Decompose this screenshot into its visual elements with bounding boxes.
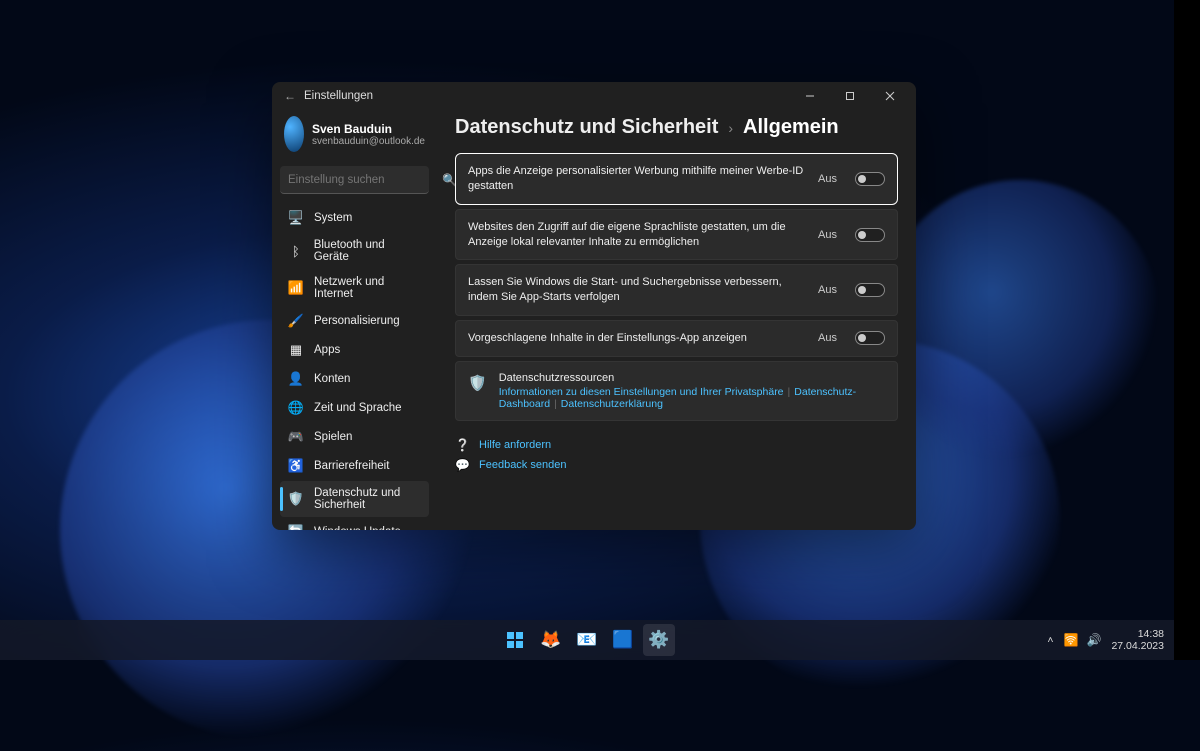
shield-icon: 🛡️ bbox=[468, 374, 487, 392]
toggle-state: Aus bbox=[818, 229, 837, 241]
sidebar-item-datenschutz-und-sicherheit[interactable]: 🛡️ Datenschutz und Sicherheit bbox=[280, 481, 429, 517]
profile-block[interactable]: Sven Bauduin svenbauduin@outlook.de bbox=[280, 110, 429, 166]
setting-row: Vorgeschlagene Inhalte in der Einstellun… bbox=[455, 320, 898, 357]
toggle-state: Aus bbox=[818, 173, 837, 185]
toggle-switch[interactable] bbox=[855, 172, 885, 186]
search-input[interactable] bbox=[288, 174, 442, 186]
sidebar-item-label: Barrierefreiheit bbox=[314, 460, 389, 472]
sidebar-item-label: System bbox=[314, 212, 352, 224]
taskbar-app-firefox[interactable]: 🦊 bbox=[535, 624, 567, 656]
setting-label: Websites den Zugriff auf die eigene Spra… bbox=[468, 220, 806, 250]
sidebar-item-zeit-und-sprache[interactable]: 🌐 Zeit und Sprache bbox=[280, 394, 429, 422]
setting-label: Apps die Anzeige personalisierter Werbun… bbox=[468, 164, 806, 194]
taskbar-app-outlook[interactable]: 📧 bbox=[571, 624, 603, 656]
nav-icon: 🛡️ bbox=[288, 491, 304, 507]
setting-row: Apps die Anzeige personalisierter Werbun… bbox=[455, 153, 898, 205]
sidebar-item-label: Zeit und Sprache bbox=[314, 402, 402, 414]
sidebar-item-label: Apps bbox=[314, 344, 340, 356]
taskbar-app-settings[interactable]: ⚙️ bbox=[643, 624, 675, 656]
chevron-right-icon: › bbox=[728, 120, 733, 136]
windows-logo-icon bbox=[507, 632, 523, 648]
main-content: Datenschutz und Sicherheit › Allgemein A… bbox=[437, 110, 916, 530]
privacy-resources-card: 🛡️ Datenschutzressourcen Informationen z… bbox=[455, 361, 898, 421]
nav-icon: 🖌️ bbox=[288, 313, 304, 329]
clock[interactable]: 14:38 27.04.2023 bbox=[1111, 628, 1164, 652]
resource-link[interactable]: Datenschutzerklärung bbox=[561, 398, 663, 410]
nav-icon: 🔄 bbox=[288, 524, 304, 530]
breadcrumb-parent[interactable]: Datenschutz und Sicherheit bbox=[455, 116, 718, 139]
setting-row: Websites den Zugriff auf die eigene Spra… bbox=[455, 209, 898, 261]
nav-icon: ᛒ bbox=[288, 243, 304, 259]
volume-icon[interactable]: 🔊 bbox=[1086, 633, 1101, 647]
page-scroll-gutter bbox=[1174, 0, 1200, 660]
resource-link[interactable]: Informationen zu diesen Einstellungen un… bbox=[499, 386, 784, 398]
sidebar-item-label: Windows Update bbox=[314, 526, 401, 530]
toggle-state: Aus bbox=[818, 332, 837, 344]
maximize-button[interactable] bbox=[830, 82, 870, 110]
toggle-switch[interactable] bbox=[855, 331, 885, 345]
nav-icon: 📶 bbox=[288, 280, 304, 296]
sidebar-item-spielen[interactable]: 🎮 Spielen bbox=[280, 423, 429, 451]
nav-icon: 🌐 bbox=[288, 400, 304, 416]
wallpaper-bloom bbox=[880, 180, 1160, 460]
nav-icon: ▦ bbox=[288, 342, 304, 358]
wifi-icon[interactable]: 🛜 bbox=[1064, 633, 1079, 647]
settings-window: ← Einstellungen Sven Bauduin svenbauduin… bbox=[272, 82, 916, 530]
sidebar-item-label: Bluetooth und Geräte bbox=[314, 239, 421, 263]
toggle-switch[interactable] bbox=[855, 228, 885, 242]
feedback-icon: 💬 bbox=[455, 458, 469, 472]
tray-chevron-icon[interactable]: ˄ bbox=[1047, 634, 1053, 646]
nav-list: 🖥️ System ᛒ Bluetooth und Geräte 📶 Netzwerk u… bbox=[280, 204, 429, 530]
sidebar-item-label: Datenschutz und Sicherheit bbox=[314, 487, 421, 511]
sidebar-item-konten[interactable]: 👤 Konten bbox=[280, 365, 429, 393]
toggle-state: Aus bbox=[818, 284, 837, 296]
setting-label: Lassen Sie Windows die Start- und Sucher… bbox=[468, 275, 806, 305]
minimize-button[interactable] bbox=[790, 82, 830, 110]
sidebar-item-barrierefreiheit[interactable]: ♿ Barrierefreiheit bbox=[280, 452, 429, 480]
sidebar-item-system[interactable]: 🖥️ System bbox=[280, 204, 429, 232]
titlebar: ← Einstellungen bbox=[272, 82, 916, 110]
sidebar-item-label: Netzwerk und Internet bbox=[314, 276, 421, 300]
profile-name: Sven Bauduin bbox=[312, 122, 425, 136]
feedback-link[interactable]: 💬 Feedback senden bbox=[455, 455, 898, 475]
system-tray[interactable]: ˄ 🛜 🔊 14:38 27.04.2023 bbox=[1047, 628, 1164, 652]
nav-icon: ♿ bbox=[288, 458, 304, 474]
close-button[interactable] bbox=[870, 82, 910, 110]
avatar bbox=[284, 116, 304, 152]
sidebar-item-bluetooth-und-ger-te[interactable]: ᛒ Bluetooth und Geräte bbox=[280, 233, 429, 269]
sidebar: Sven Bauduin svenbauduin@outlook.de 🔍 🖥️… bbox=[272, 110, 437, 530]
taskbar: 🦊 📧 🟦 ⚙️ ˄ 🛜 🔊 14:38 27.04.2023 bbox=[0, 620, 1174, 660]
help-label: Hilfe anfordern bbox=[479, 439, 551, 451]
clock-time: 14:38 bbox=[1111, 628, 1164, 640]
resources-links: Informationen zu diesen Einstellungen un… bbox=[499, 386, 885, 410]
nav-icon: 🖥️ bbox=[288, 210, 304, 226]
window-title: Einstellungen bbox=[302, 90, 373, 102]
sidebar-item-netzwerk-und-internet[interactable]: 📶 Netzwerk und Internet bbox=[280, 270, 429, 306]
sidebar-item-apps[interactable]: ▦ Apps bbox=[280, 336, 429, 364]
setting-row: Lassen Sie Windows die Start- und Sucher… bbox=[455, 264, 898, 316]
back-button[interactable]: ← bbox=[278, 89, 302, 103]
setting-label: Vorgeschlagene Inhalte in der Einstellun… bbox=[468, 331, 806, 346]
breadcrumb-current: Allgemein bbox=[743, 116, 839, 139]
sidebar-item-label: Spielen bbox=[314, 431, 352, 443]
sidebar-item-personalisierung[interactable]: 🖌️ Personalisierung bbox=[280, 307, 429, 335]
sidebar-item-windows-update[interactable]: 🔄 Windows Update bbox=[280, 518, 429, 530]
taskbar-app-skype[interactable]: 🟦 bbox=[607, 624, 639, 656]
clock-date: 27.04.2023 bbox=[1111, 640, 1164, 652]
search-box[interactable]: 🔍 bbox=[280, 166, 429, 194]
nav-icon: 👤 bbox=[288, 371, 304, 387]
nav-icon: 🎮 bbox=[288, 429, 304, 445]
profile-email: svenbauduin@outlook.de bbox=[312, 136, 425, 147]
feedback-label: Feedback senden bbox=[479, 459, 566, 471]
help-icon: ❔ bbox=[455, 438, 469, 452]
breadcrumb: Datenschutz und Sicherheit › Allgemein bbox=[455, 116, 898, 139]
start-button[interactable] bbox=[499, 624, 531, 656]
help-link[interactable]: ❔ Hilfe anfordern bbox=[455, 435, 898, 455]
resources-title: Datenschutzressourcen bbox=[499, 372, 885, 384]
sidebar-item-label: Konten bbox=[314, 373, 350, 385]
sidebar-item-label: Personalisierung bbox=[314, 315, 400, 327]
toggle-switch[interactable] bbox=[855, 283, 885, 297]
